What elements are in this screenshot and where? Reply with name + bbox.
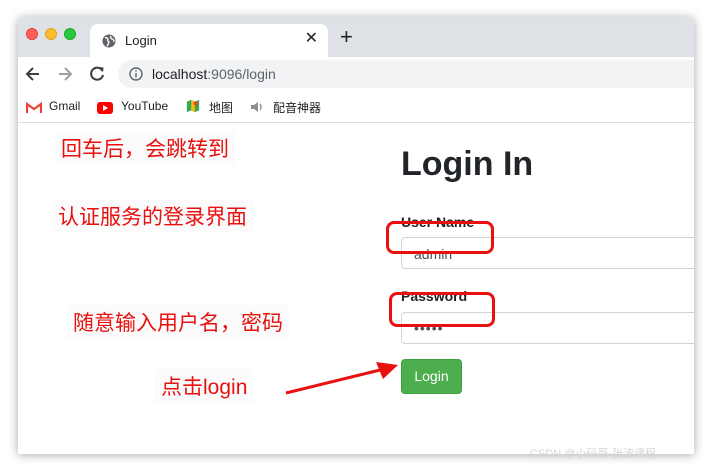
url-text: localhost:9096/login	[152, 66, 276, 82]
gmail-icon	[26, 101, 42, 113]
speaker-icon	[251, 102, 262, 112]
forward-arrow-icon[interactable]	[56, 65, 74, 83]
back-arrow-icon[interactable]	[24, 65, 42, 83]
maximize-window-button[interactable]	[64, 28, 76, 40]
close-window-button[interactable]	[26, 28, 38, 40]
page-content: Login In User Name admin Password ••••• …	[18, 123, 694, 454]
bookmark-gmail[interactable]: Gmail	[49, 99, 80, 113]
bookmark-dubbing[interactable]: 配音神器	[273, 99, 321, 116]
bookmarks-bar: Gmail YouTube 地图 配音神器	[18, 92, 694, 123]
arrow-to-login-icon	[285, 362, 398, 395]
address-bar[interactable]: localhost:9096/login	[118, 60, 694, 88]
annotation-auth-page: 认证服务的登录界面	[52, 199, 253, 233]
password-highlight	[389, 292, 495, 327]
browser-toolbar: localhost:9096/login	[18, 57, 694, 92]
close-tab-icon[interactable]: ✕	[305, 31, 318, 47]
username-highlight	[386, 221, 494, 254]
tab-title: Login	[125, 33, 157, 48]
minimize-window-button[interactable]	[45, 28, 57, 40]
tab-login[interactable]: Login ✕	[90, 24, 328, 57]
new-tab-button[interactable]: +	[340, 26, 353, 48]
url-path: :9096/login	[207, 66, 276, 82]
maps-icon	[186, 99, 200, 113]
bookmark-maps[interactable]: 地图	[209, 99, 233, 116]
url-host: localhost	[152, 66, 208, 82]
globe-icon	[102, 34, 116, 48]
login-button[interactable]: Login	[401, 359, 462, 394]
annotation-enter-credentials: 随意输入用户名，密码	[67, 305, 289, 339]
youtube-icon	[97, 102, 113, 114]
annotation-click-login: 点击login	[155, 369, 254, 403]
tab-strip: Login ✕ +	[18, 17, 694, 57]
watermark: CSDN @小码哥·张波课程	[530, 448, 657, 460]
annotation-redirect: 回车后，会跳转到	[55, 131, 235, 165]
page-title: Login In	[401, 145, 534, 183]
bookmark-youtube[interactable]: YouTube	[121, 99, 168, 113]
info-icon[interactable]	[129, 67, 143, 81]
reload-icon[interactable]	[88, 65, 106, 83]
